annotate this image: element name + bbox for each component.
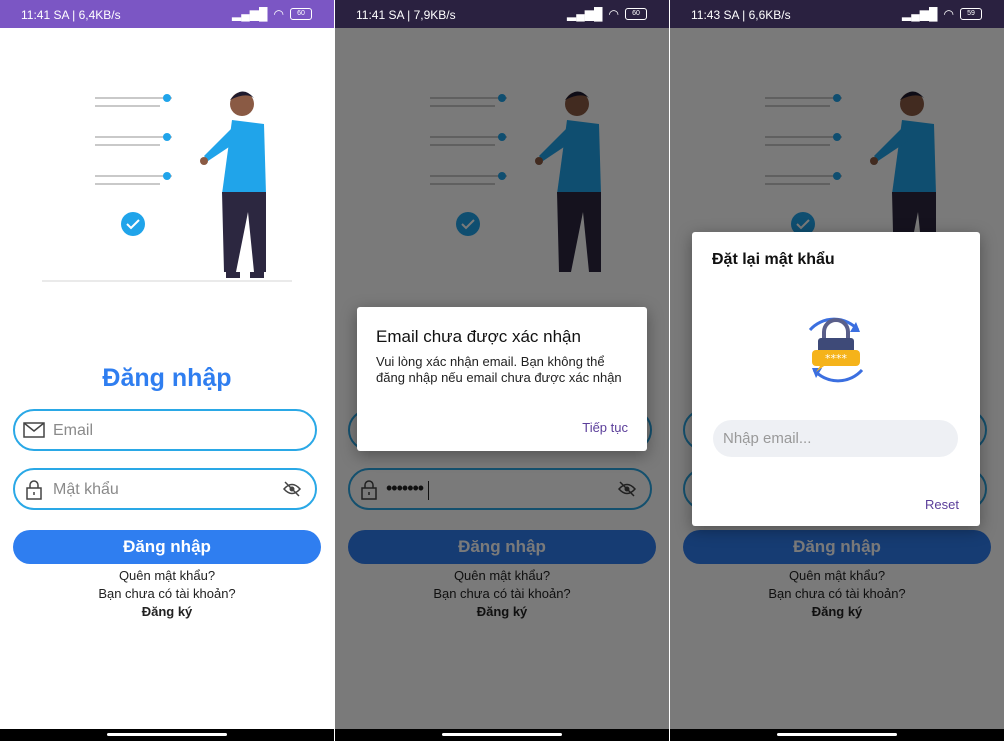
- email-input[interactable]: [51, 421, 285, 441]
- battery-icon: 60: [625, 8, 647, 20]
- no-account-text: Bạn chưa có tài khoản?: [98, 586, 236, 601]
- wifi-icon: ◠: [943, 7, 954, 21]
- status-time: 11:41 SA | 6,4KB/s: [21, 8, 121, 22]
- password-field[interactable]: [13, 468, 317, 510]
- wifi-icon: ◠: [608, 7, 619, 21]
- eye-off-icon[interactable]: [283, 481, 301, 497]
- wifi-icon: ◠: [273, 7, 284, 21]
- email-unverified-dialog: Email chưa được xác nhận Vui lòng xác nh…: [357, 307, 647, 451]
- dialog-title: Email chưa được xác nhận: [376, 327, 581, 346]
- home-handle[interactable]: [442, 733, 562, 736]
- signal-icon: ▂▄▆█: [567, 7, 603, 21]
- phone-screen-unverified: 11:41 SA | 7,9KB/s ▂▄▆█ ◠ 60 Đăng nhập •…: [335, 0, 669, 741]
- phone-screen-reset-password: 11:43 SA | 6,6KB/s ▂▄▆█ ◠ 59 Đăng nhập Đ…: [670, 0, 1004, 741]
- page-title: Đăng nhập: [102, 364, 232, 392]
- reset-email-input[interactable]: [713, 420, 958, 457]
- status-bar: 11:43 SA | 6,6KB/s ▂▄▆█ ◠ 59: [670, 0, 1004, 28]
- battery-icon: 59: [960, 8, 982, 20]
- nav-bar: [0, 729, 334, 741]
- register-link[interactable]: Đăng ký: [0, 604, 334, 619]
- password-reset-lock-icon: ****: [808, 317, 864, 383]
- battery-icon: 60: [290, 8, 312, 20]
- status-bar: 11:41 SA | 7,9KB/s ▂▄▆█ ◠ 60: [335, 0, 669, 28]
- reset-button[interactable]: Reset: [925, 497, 959, 512]
- home-handle[interactable]: [777, 733, 897, 736]
- email-field[interactable]: [13, 409, 317, 451]
- envelope-icon: [23, 422, 45, 438]
- lock-icon: [26, 480, 42, 500]
- home-handle[interactable]: [107, 733, 227, 736]
- password-input[interactable]: [51, 480, 285, 500]
- status-bar: 11:41 SA | 6,4KB/s ▂▄▆█ ◠ 60: [0, 0, 334, 28]
- nav-bar: [335, 729, 669, 741]
- svg-text:****: ****: [825, 352, 848, 365]
- login-button[interactable]: Đăng nhập: [13, 530, 321, 564]
- dialog-message: Vui lòng xác nhận email. Bạn không thể đ…: [376, 354, 622, 385]
- login-illustration: [42, 91, 292, 282]
- continue-button[interactable]: Tiếp tục: [582, 420, 628, 435]
- signal-icon: ▂▄▆█: [232, 7, 268, 21]
- check-circle-icon: [121, 212, 145, 236]
- status-time: 11:43 SA | 6,6KB/s: [691, 8, 791, 22]
- status-time: 11:41 SA | 7,9KB/s: [356, 8, 456, 22]
- signal-icon: ▂▄▆█: [902, 7, 938, 21]
- nav-bar: [670, 729, 1004, 741]
- dialog-title: Đặt lại mật khẩu: [712, 251, 835, 268]
- reset-password-dialog: Đặt lại mật khẩu **** Reset: [692, 232, 980, 526]
- forgot-password-link[interactable]: Quên mật khẩu?: [0, 568, 334, 583]
- phone-screen-login: 11:41 SA | 6,4KB/s ▂▄▆█ ◠ 60 Đăng nhập Đ…: [0, 0, 334, 741]
